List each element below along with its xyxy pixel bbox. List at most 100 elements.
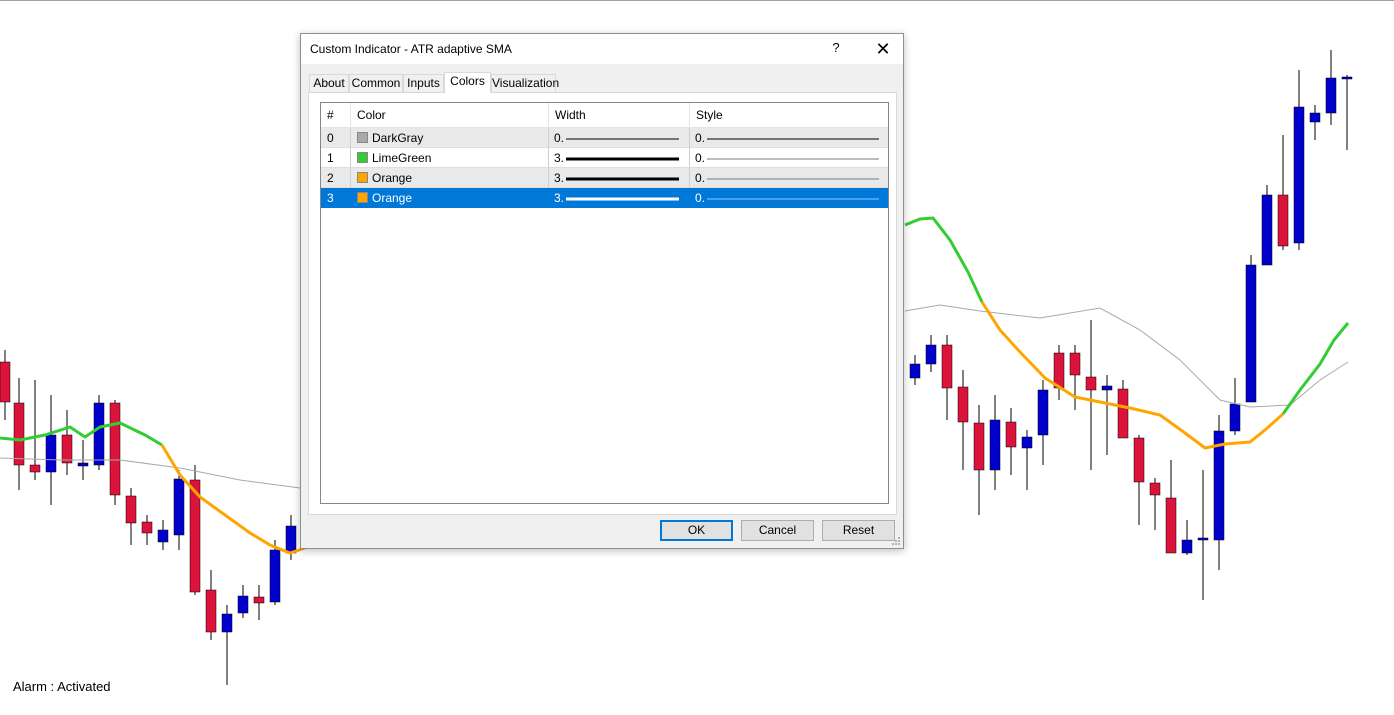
candle-bull <box>157 529 169 543</box>
candle-bull <box>269 549 281 603</box>
reset-button[interactable]: Reset <box>822 520 895 541</box>
width-value: 3. <box>554 171 565 185</box>
candle-bear <box>1117 388 1129 439</box>
table-row[interactable]: 1 LimeGreen 3. 0. <box>321 148 888 168</box>
dialog-titlebar[interactable]: Custom Indicator - ATR adaptive SMA ? ✕ <box>301 34 903 64</box>
tab-visualization[interactable]: Visualization <box>491 74 559 92</box>
candle-bear <box>205 589 217 633</box>
candle-bull <box>237 595 249 614</box>
fast-ma-up-segment <box>0 421 163 447</box>
candle-bear <box>957 386 969 423</box>
width-line-preview <box>566 177 679 181</box>
table-row[interactable]: 2 Orange 3. 0. <box>321 168 888 188</box>
help-button[interactable]: ? <box>826 40 846 58</box>
candle-bull <box>1261 194 1273 266</box>
candle-bull <box>45 434 57 473</box>
candle-bull <box>1037 389 1049 436</box>
width-line-preview <box>566 157 679 161</box>
candle-bear <box>1165 497 1177 554</box>
color-cell[interactable]: Orange <box>351 188 549 208</box>
header-width[interactable]: Width <box>549 103 690 128</box>
width-cell[interactable]: 0. <box>549 128 690 148</box>
candle-bull <box>1101 385 1113 391</box>
alarm-status: Alarm : Activated <box>13 679 111 694</box>
candle-bear <box>1133 437 1145 483</box>
width-cell[interactable]: 3. <box>549 148 690 168</box>
row-index: 1 <box>321 148 351 168</box>
candle-bull <box>989 419 1001 471</box>
candle-bull <box>1245 264 1257 403</box>
style-line-preview <box>707 138 879 140</box>
header-index[interactable]: # <box>321 103 351 128</box>
width-value: 3. <box>554 151 565 165</box>
tab-inputs[interactable]: Inputs <box>403 74 444 92</box>
header-color[interactable]: Color <box>351 103 549 128</box>
fast-ma-up-segment-right <box>904 216 984 303</box>
color-cell[interactable]: Orange <box>351 168 549 188</box>
dialog-title: Custom Indicator - ATR adaptive SMA <box>310 42 512 56</box>
color-cell[interactable]: DarkGray <box>351 128 549 148</box>
width-cell[interactable]: 3. <box>549 188 690 208</box>
width-line-preview <box>566 197 679 201</box>
row-index: 2 <box>321 168 351 188</box>
table-row-selected[interactable]: 3 Orange 3. 0. <box>321 188 888 208</box>
candle-bear <box>29 464 41 473</box>
grid-header: # Color Width Style <box>321 103 888 129</box>
candle-bear <box>1053 352 1065 389</box>
style-line-preview <box>707 198 879 200</box>
candle-bull <box>1229 403 1241 432</box>
tab-colors[interactable]: Colors <box>444 72 491 93</box>
custom-indicator-dialog: Custom Indicator - ATR adaptive SMA ? ✕ … <box>300 33 904 549</box>
candle-bear <box>61 434 73 464</box>
candle-bear <box>973 422 985 471</box>
row-index: 0 <box>321 128 351 148</box>
candle-bull <box>1325 77 1337 114</box>
candle-bull <box>1021 436 1033 449</box>
style-cell[interactable]: 0. <box>690 128 888 148</box>
resize-grip-icon[interactable] <box>891 536 901 546</box>
style-value: 0. <box>695 191 706 205</box>
candle-bull <box>1197 537 1209 541</box>
style-line-preview <box>707 158 879 160</box>
candle-bull <box>909 363 921 379</box>
candle-bull <box>285 525 297 554</box>
style-value: 0. <box>695 151 706 165</box>
ok-button[interactable]: OK <box>660 520 733 541</box>
candle-bear <box>1277 194 1289 247</box>
candle-bear <box>125 495 137 524</box>
candle-bull <box>93 402 105 466</box>
color-swatch <box>357 152 368 163</box>
style-cell[interactable]: 0. <box>690 188 888 208</box>
width-value: 0. <box>554 131 565 145</box>
color-name: LimeGreen <box>372 151 432 165</box>
style-value: 0. <box>695 131 706 145</box>
table-row[interactable]: 0 DarkGray 0. 0. <box>321 128 888 148</box>
colors-grid: # Color Width Style 0 DarkGray 0. 0. 1 L… <box>320 102 889 504</box>
color-swatch <box>357 132 368 143</box>
colors-tab-panel: # Color Width Style 0 DarkGray 0. 0. 1 L… <box>308 92 897 515</box>
color-swatch <box>357 192 368 203</box>
color-cell[interactable]: LimeGreen <box>351 148 549 168</box>
candle-bull <box>1309 112 1321 123</box>
style-cell[interactable]: 0. <box>690 148 888 168</box>
candle-bear <box>141 521 153 534</box>
candle-bull <box>77 462 89 467</box>
color-name: DarkGray <box>372 131 424 145</box>
width-value: 3. <box>554 191 565 205</box>
header-style[interactable]: Style <box>690 103 888 128</box>
candle-bear <box>941 344 953 389</box>
candle-bull <box>1293 106 1305 244</box>
cancel-button[interactable]: Cancel <box>741 520 814 541</box>
color-name: Orange <box>372 171 413 185</box>
close-button[interactable]: ✕ <box>871 37 895 61</box>
slow-ma-line <box>0 457 301 489</box>
style-cell[interactable]: 0. <box>690 168 888 188</box>
candle-bear <box>1149 482 1161 496</box>
candle-bull <box>173 478 185 536</box>
tab-about[interactable]: About <box>309 74 349 92</box>
color-name: Orange <box>372 191 413 205</box>
style-value: 0. <box>695 171 706 185</box>
width-cell[interactable]: 3. <box>549 168 690 188</box>
tab-common[interactable]: Common <box>349 74 403 92</box>
candle-bull <box>1341 76 1353 80</box>
